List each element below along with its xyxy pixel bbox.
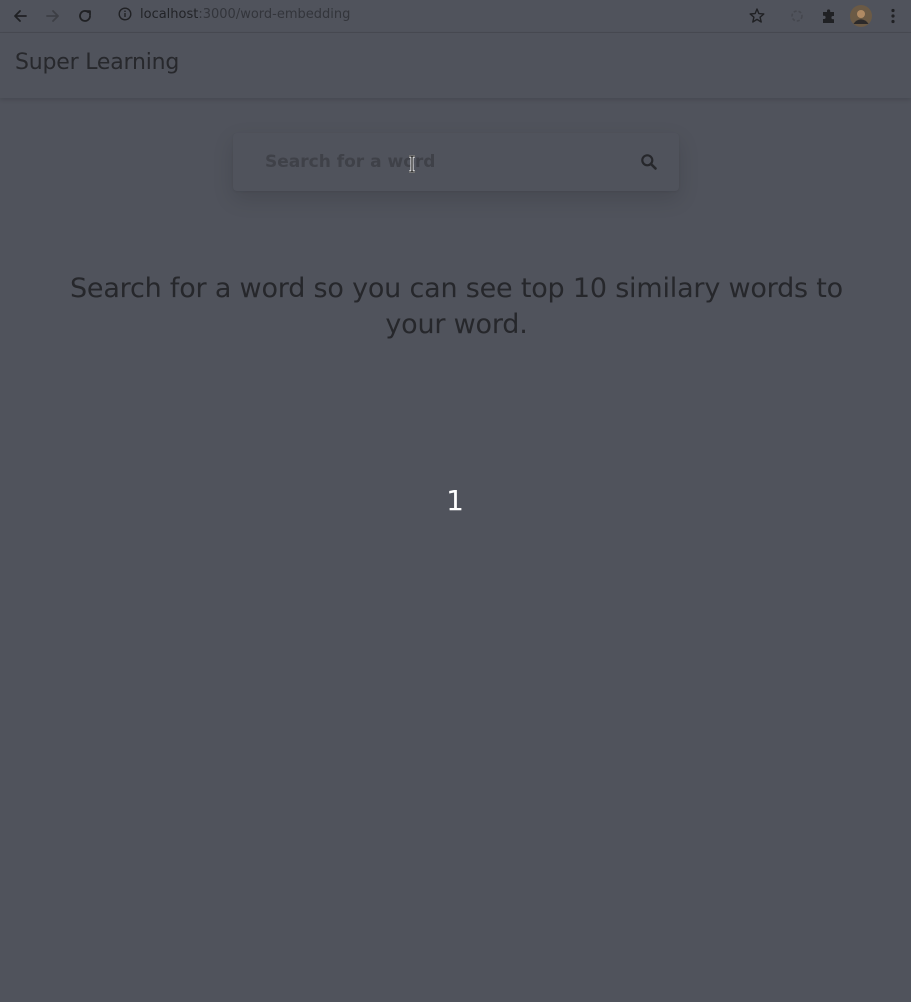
url-host: localhost bbox=[140, 6, 199, 22]
puzzle-icon[interactable] bbox=[818, 3, 840, 29]
back-arrow-icon[interactable] bbox=[7, 3, 33, 29]
info-icon[interactable] bbox=[118, 7, 132, 21]
kebab-menu-icon[interactable] bbox=[886, 3, 900, 29]
search-prompt-text: Search for a word so you can see top 10 … bbox=[69, 273, 843, 340]
url-text: localhost:3000/word-embedding bbox=[140, 7, 350, 22]
extension-status-icon[interactable] bbox=[786, 3, 808, 29]
page-number: 1 bbox=[446, 484, 464, 517]
avatar[interactable] bbox=[849, 3, 873, 29]
reload-icon[interactable] bbox=[72, 3, 98, 29]
search-icon[interactable] bbox=[640, 153, 658, 171]
url-path: :3000/word-embedding bbox=[198, 6, 351, 22]
browser-toolbar: localhost:3000/word-embedding bbox=[0, 0, 911, 33]
app-title[interactable]: Super Learning bbox=[15, 50, 179, 75]
search-bar bbox=[233, 133, 679, 191]
search-input[interactable] bbox=[265, 148, 635, 176]
address-bar[interactable]: localhost:3000/word-embedding bbox=[108, 2, 773, 26]
text-cursor-icon bbox=[407, 154, 417, 174]
forward-arrow-icon[interactable] bbox=[40, 3, 66, 29]
star-icon[interactable] bbox=[746, 3, 768, 29]
app-header: Super Learning bbox=[0, 33, 911, 98]
